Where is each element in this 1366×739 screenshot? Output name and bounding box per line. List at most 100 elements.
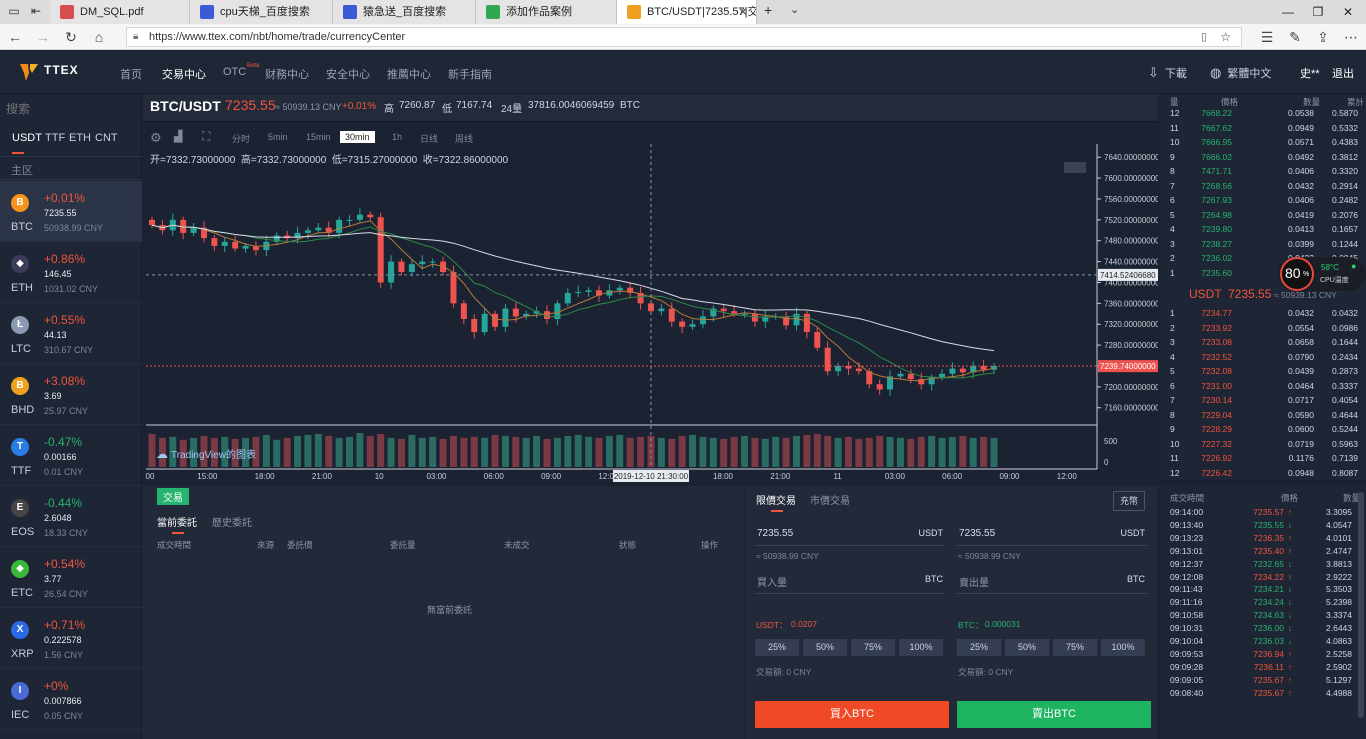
orderbook-row[interactable]: 5 7232.08 0.0439 0.2873: [1160, 366, 1360, 381]
orderbook-row[interactable]: 8 7471.71 0.0406 0.3320: [1160, 166, 1360, 181]
coin-change: +3.08%: [44, 374, 86, 388]
coin-row[interactable]: B BHD +3.08% 3.69 25.97 CNY: [0, 364, 142, 425]
coin-row[interactable]: X XRP +0.71% 0.222578 1.56 CNY: [0, 608, 142, 669]
orderbook-row[interactable]: 10 7666.95 0.0571 0.4383: [1160, 137, 1360, 152]
back-tabs-icon[interactable]: ⇤: [28, 4, 44, 20]
sell-btc-button[interactable]: 賣出BTC: [957, 701, 1151, 728]
orderbook-row[interactable]: 12 7668.22 0.0538 0.5870: [1160, 108, 1360, 123]
chart-layout-toggle[interactable]: [1064, 162, 1086, 173]
market-tab[interactable]: ETH: [69, 132, 91, 144]
orderbook-row[interactable]: 4 7232.52 0.0790 0.2434: [1160, 352, 1360, 367]
user-name[interactable]: 史**: [1300, 65, 1320, 81]
language-selector[interactable]: ◍ 繁體中文: [1210, 65, 1271, 81]
trade-direction-icon: ↑: [1287, 545, 1292, 556]
orderbook-cell: 0.0432: [1332, 308, 1358, 318]
tab-dropdown-icon[interactable]: ⌄: [790, 3, 799, 16]
coin-row[interactable]: ◆ ETH +0.86% 146.45 1031.02 CNY: [0, 242, 142, 303]
nav-item[interactable]: OTC: [223, 66, 246, 78]
cpu-temp-widget[interactable]: 80 % 58°C ● CPU温度: [1278, 257, 1366, 291]
orderbook-row[interactable]: 2 7233.92 0.0554 0.0986: [1160, 323, 1360, 338]
deposit-button[interactable]: 充幣: [1113, 491, 1145, 511]
sell-amount-input[interactable]: 賣出量 BTC: [957, 570, 1147, 594]
orderbook-row[interactable]: 5 7264.98 0.0419 0.2076: [1160, 210, 1360, 225]
reading-view-icon[interactable]: ▯: [1201, 28, 1207, 46]
nav-item[interactable]: 首页: [120, 66, 142, 82]
refresh-icon[interactable]: ↻: [60, 27, 82, 47]
browser-tab[interactable]: 添加作品案例: [476, 0, 617, 24]
nav-item[interactable]: 财務中心: [265, 66, 309, 82]
back-icon[interactable]: ←: [4, 27, 26, 47]
browser-tab[interactable]: DM_SQL.pdf: [50, 0, 190, 24]
buy-percent-button[interactable]: 25%: [755, 639, 799, 656]
more-icon[interactable]: ⋯: [1340, 27, 1362, 47]
trades-scrollbar[interactable]: [1358, 492, 1364, 718]
buy-percent-button[interactable]: 100%: [899, 639, 943, 656]
coin-search-input[interactable]: [6, 98, 134, 120]
browser-tab[interactable]: cpu天梯_百度搜索: [190, 0, 333, 24]
orderbook-row[interactable]: 12 7226.42 0.0948 0.8087: [1160, 468, 1360, 483]
tab-history-orders[interactable]: 歷史委託: [212, 514, 252, 529]
sell-percent-button[interactable]: 25%: [957, 639, 1001, 656]
coin-row[interactable]: T TTF -0.47% 0.00166 0.01 CNY: [0, 425, 142, 486]
browser-tab[interactable]: BTC/USDT|7235.57|交易✕: [617, 0, 757, 24]
nav-item[interactable]: 安全中心: [326, 66, 370, 82]
orderbook-row[interactable]: 6 7267.93 0.0406 0.2482: [1160, 195, 1360, 210]
notes-icon[interactable]: ✎: [1284, 27, 1306, 47]
nav-item[interactable]: 交易中心: [162, 66, 206, 82]
coin-row[interactable]: E EOS -0.44% 2.6048 18.33 CNY: [0, 486, 142, 547]
orderbook-row[interactable]: 7 7230.14 0.0717 0.4054: [1160, 395, 1360, 410]
buy-percent-button[interactable]: 75%: [851, 639, 895, 656]
market-tab[interactable]: TTF: [45, 132, 65, 144]
nav-item[interactable]: 推薦中心: [387, 66, 431, 82]
orderbook-row[interactable]: 6 7231.00 0.0464 0.3337: [1160, 381, 1360, 396]
tab-list-icon[interactable]: ▭: [6, 4, 22, 20]
coin-row[interactable]: I IEC +0% 0.007866 0.05 CNY: [0, 669, 142, 730]
trade-badge[interactable]: 交易: [157, 488, 189, 505]
browser-tab[interactable]: 猿急送_百度搜索: [333, 0, 476, 24]
orderbook-row[interactable]: 10 7227.32 0.0719 0.5963: [1160, 439, 1360, 454]
ttex-logo-icon: [20, 64, 38, 81]
forward-icon[interactable]: →: [32, 27, 54, 47]
orderbook-row[interactable]: 8 7229.04 0.0590 0.4644: [1160, 410, 1360, 425]
tab-limit-order[interactable]: 限價交易: [756, 492, 796, 507]
volume-bar: [886, 436, 894, 467]
tab-market-order[interactable]: 市價交易: [810, 492, 850, 507]
coin-row[interactable]: Ł LTC +0.55% 44.13 310.67 CNY: [0, 303, 142, 364]
tab-close-icon[interactable]: ✕: [738, 0, 748, 24]
share-icon[interactable]: ⇪: [1312, 27, 1334, 47]
url-input[interactable]: 🔒︎ https://www.ttex.com/nbt/home/trade/c…: [126, 27, 1242, 47]
market-tab[interactable]: USDT: [12, 132, 42, 144]
sell-percent-button[interactable]: 100%: [1101, 639, 1145, 656]
sell-percent-button[interactable]: 50%: [1005, 639, 1049, 656]
orderbook-row[interactable]: 3 7233.08 0.0658 0.1644: [1160, 337, 1360, 352]
buy-price-input[interactable]: 7235.55 USDT: [755, 522, 945, 546]
favorites-hub-icon[interactable]: ☰: [1256, 27, 1278, 47]
buy-percent-button[interactable]: 50%: [803, 639, 847, 656]
new-tab-button[interactable]: +: [764, 2, 772, 18]
orderbook-cell: 7235.60: [1201, 267, 1232, 278]
buy-btc-button[interactable]: 買入BTC: [755, 701, 949, 728]
home-icon[interactable]: ⌂: [88, 27, 110, 47]
nav-item[interactable]: 新手指南: [448, 66, 492, 82]
orderbook-row[interactable]: 11 7226.92 0.1176 0.7139: [1160, 453, 1360, 468]
close-window-button[interactable]: ✕: [1330, 0, 1366, 24]
tab-current-orders[interactable]: 當前委託: [157, 514, 197, 529]
orderbook-row[interactable]: 9 7666.02 0.0492 0.3812: [1160, 152, 1360, 167]
orderbook-row[interactable]: 1 7234.77 0.0432 0.0432: [1160, 308, 1360, 323]
market-tab[interactable]: CNT: [95, 132, 118, 144]
orderbook-row[interactable]: 4 7239.80 0.0413 0.1657: [1160, 224, 1360, 239]
price-chart[interactable]: ⚙ ▟ ⛶ 分时 5min 15min 30min 1h 日线 周线 开=7332.7300…: [142, 124, 1158, 485]
favorite-star-icon[interactable]: ☆: [1220, 28, 1231, 46]
buy-amount-input[interactable]: 買入量 BTC: [755, 570, 945, 594]
coin-row[interactable]: ◆ ETC +0.54% 3.77 26.54 CNY: [0, 547, 142, 608]
coin-row[interactable]: B BTC +0.01% 7235.55 50938.99 CNY: [0, 181, 142, 242]
sell-percent-button[interactable]: 75%: [1053, 639, 1097, 656]
download-link[interactable]: ⇩ 下載: [1148, 65, 1187, 81]
orderbook-row[interactable]: 11 7667.62 0.0949 0.5332: [1160, 123, 1360, 138]
ttex-logo[interactable]: TTEX: [18, 61, 88, 83]
orderbook-row[interactable]: 3 7238.27 0.0399 0.1244: [1160, 239, 1360, 254]
logout-link[interactable]: 退出: [1332, 65, 1354, 81]
orderbook-row[interactable]: 9 7228.29 0.0600 0.5244: [1160, 424, 1360, 439]
orderbook-row[interactable]: 7 7268.56 0.0432 0.2914: [1160, 181, 1360, 196]
sell-price-input[interactable]: 7235.55 USDT: [957, 522, 1147, 546]
